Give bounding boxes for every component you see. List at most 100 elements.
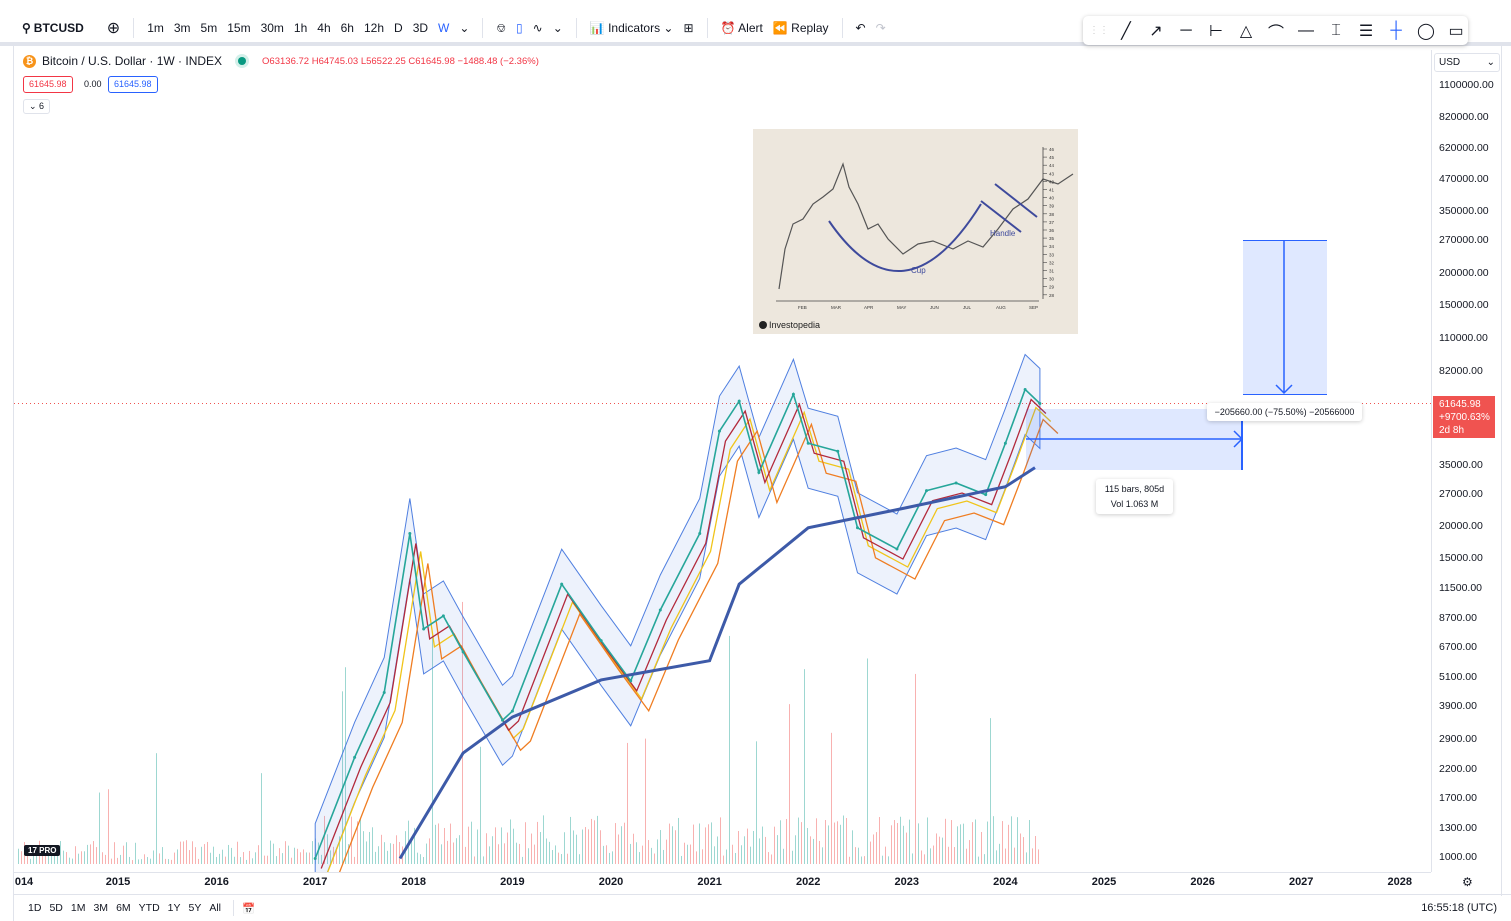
volume-bar bbox=[249, 850, 250, 864]
volume-bar bbox=[270, 840, 271, 864]
redo-icon[interactable]: ↷ bbox=[871, 21, 891, 35]
drag-handle-icon[interactable]: ⋮⋮ bbox=[1089, 25, 1109, 36]
interval-5m[interactable]: 5m bbox=[196, 21, 223, 35]
fib-channel-icon[interactable]: ☰ bbox=[1353, 20, 1379, 42]
range-1D[interactable]: 1D bbox=[24, 902, 45, 914]
ray-icon[interactable]: ↗ bbox=[1143, 20, 1169, 42]
horizontal-ray-icon[interactable]: ─ bbox=[1173, 20, 1199, 42]
price-axis-label: 1300.00 bbox=[1439, 822, 1477, 834]
symbol-search[interactable]: ⚲ BTCUSD bbox=[22, 21, 84, 35]
rectangle-icon[interactable]: ▭ bbox=[1443, 20, 1469, 42]
interval-6h[interactable]: 6h bbox=[336, 21, 359, 35]
volume-bar bbox=[990, 718, 991, 864]
volume-bar bbox=[615, 823, 616, 864]
interval-4h[interactable]: 4h bbox=[312, 21, 335, 35]
layouts-icon[interactable]: ⊞ bbox=[678, 21, 698, 35]
volume-bar bbox=[387, 850, 388, 864]
volume-bar bbox=[537, 821, 538, 864]
range-All[interactable]: All bbox=[205, 902, 225, 914]
trend-line-icon[interactable]: ╱ bbox=[1113, 20, 1139, 42]
interval-30m[interactable]: 30m bbox=[256, 21, 289, 35]
volume-bar bbox=[828, 825, 829, 864]
volume-bar bbox=[567, 853, 568, 864]
volume-bar bbox=[804, 669, 805, 864]
volume-bar bbox=[723, 855, 724, 864]
volume-bar bbox=[480, 746, 481, 864]
volume-bar bbox=[138, 859, 139, 864]
alert-button[interactable]: ⏰ Alert bbox=[716, 21, 768, 35]
volume-bar bbox=[174, 852, 175, 864]
bar-chart-type-icon[interactable]: ⎊ bbox=[491, 21, 511, 36]
cup-label: Cup bbox=[911, 266, 926, 275]
price-point bbox=[658, 608, 662, 612]
volume-bar bbox=[117, 857, 118, 864]
interval-3D[interactable]: 3D bbox=[408, 21, 433, 35]
candles-chart-type-icon[interactable]: ▯ bbox=[511, 21, 528, 35]
date-range-icon[interactable]: ⊢ bbox=[1203, 20, 1229, 42]
volume-bar bbox=[693, 824, 694, 864]
alert-label: Alert bbox=[738, 21, 763, 35]
clock[interactable]: 16:55:18 (UTC) bbox=[1421, 902, 1497, 914]
indicators-button[interactable]: 📊 Indicators ⌄ bbox=[585, 21, 679, 35]
volume-bar bbox=[570, 816, 571, 864]
volume-bar bbox=[354, 856, 355, 864]
volume-bar bbox=[60, 841, 61, 864]
indicators-label: Indicators bbox=[608, 21, 661, 35]
volume-bar bbox=[246, 859, 247, 864]
price-axis[interactable]: 1100000.00 820000.00 620000.00 470000.00 350… bbox=[1431, 50, 1501, 872]
interval-3m[interactable]: 3m bbox=[169, 21, 196, 35]
volume-bar bbox=[159, 853, 160, 864]
horizontal-line-icon[interactable]: — bbox=[1293, 20, 1319, 42]
divider bbox=[841, 18, 843, 38]
line-chart-type-icon[interactable]: ∿ bbox=[528, 21, 548, 35]
interval-dropdown-chevron-icon[interactable]: ⌄ bbox=[454, 21, 474, 35]
volume-bar bbox=[639, 852, 640, 864]
volume-bar bbox=[441, 844, 442, 864]
interval-W[interactable]: W bbox=[433, 21, 454, 35]
volume-bar bbox=[624, 822, 625, 864]
volume-bar bbox=[813, 838, 814, 864]
interval-D[interactable]: D bbox=[389, 21, 408, 35]
price-range-icon[interactable]: ⌶ bbox=[1323, 20, 1349, 42]
volume-bar bbox=[591, 818, 592, 864]
replay-button[interactable]: ⏪ Replay bbox=[768, 21, 834, 35]
volume-bar bbox=[609, 852, 610, 864]
volume-bar bbox=[798, 817, 799, 864]
interval-12h[interactable]: 12h bbox=[359, 21, 389, 35]
interval-1m[interactable]: 1m bbox=[142, 21, 169, 35]
range-5Y[interactable]: 5Y bbox=[185, 902, 206, 914]
time-axis[interactable]: 014 2015 2016 2017 2018 2019 2020 2021 2022 2023 2… bbox=[14, 872, 1431, 892]
volume-bar bbox=[975, 819, 976, 864]
volume-bar bbox=[240, 857, 241, 864]
chart-settings-gear-icon[interactable]: ⚙ bbox=[1462, 875, 1473, 889]
bollinger-band bbox=[314, 353, 1041, 872]
time-axis-label: 2025 bbox=[1091, 876, 1117, 888]
volume-bar bbox=[750, 846, 751, 864]
interval-1h[interactable]: 1h bbox=[289, 21, 312, 35]
ellipse-icon[interactable]: ◯ bbox=[1413, 20, 1439, 42]
volume-bar bbox=[393, 843, 394, 864]
range-1M[interactable]: 1M bbox=[67, 902, 90, 914]
range-6M[interactable]: 6M bbox=[112, 902, 135, 914]
chart-type-chevron-icon[interactable]: ⌄ bbox=[548, 21, 568, 35]
volume-bar bbox=[225, 856, 226, 864]
range-1Y[interactable]: 1Y bbox=[164, 902, 185, 914]
left-drawing-sidebar[interactable] bbox=[0, 46, 14, 921]
range-5D[interactable]: 5D bbox=[45, 902, 66, 914]
volume-bar bbox=[96, 847, 97, 864]
measure-arrows bbox=[1026, 240, 1293, 448]
currency-selector[interactable]: USD ⌄ bbox=[1434, 53, 1500, 72]
volume-bar bbox=[237, 841, 238, 864]
go-to-date-calendar-icon[interactable]: 📅 bbox=[242, 902, 255, 915]
crosshair-icon[interactable]: ┼ bbox=[1383, 20, 1409, 42]
interval-15m[interactable]: 15m bbox=[222, 21, 255, 35]
volume-bar bbox=[633, 833, 634, 864]
volume-bar bbox=[933, 845, 934, 864]
compare-symbol-button[interactable]: ⊕ bbox=[102, 18, 125, 38]
triangle-icon[interactable]: △ bbox=[1233, 20, 1259, 42]
range-3M[interactable]: 3M bbox=[89, 902, 112, 914]
price-point bbox=[629, 679, 633, 683]
arc-icon[interactable]: ⌒ bbox=[1263, 20, 1289, 42]
range-YTD[interactable]: YTD bbox=[135, 902, 164, 914]
undo-icon[interactable]: ↶ bbox=[851, 21, 871, 35]
